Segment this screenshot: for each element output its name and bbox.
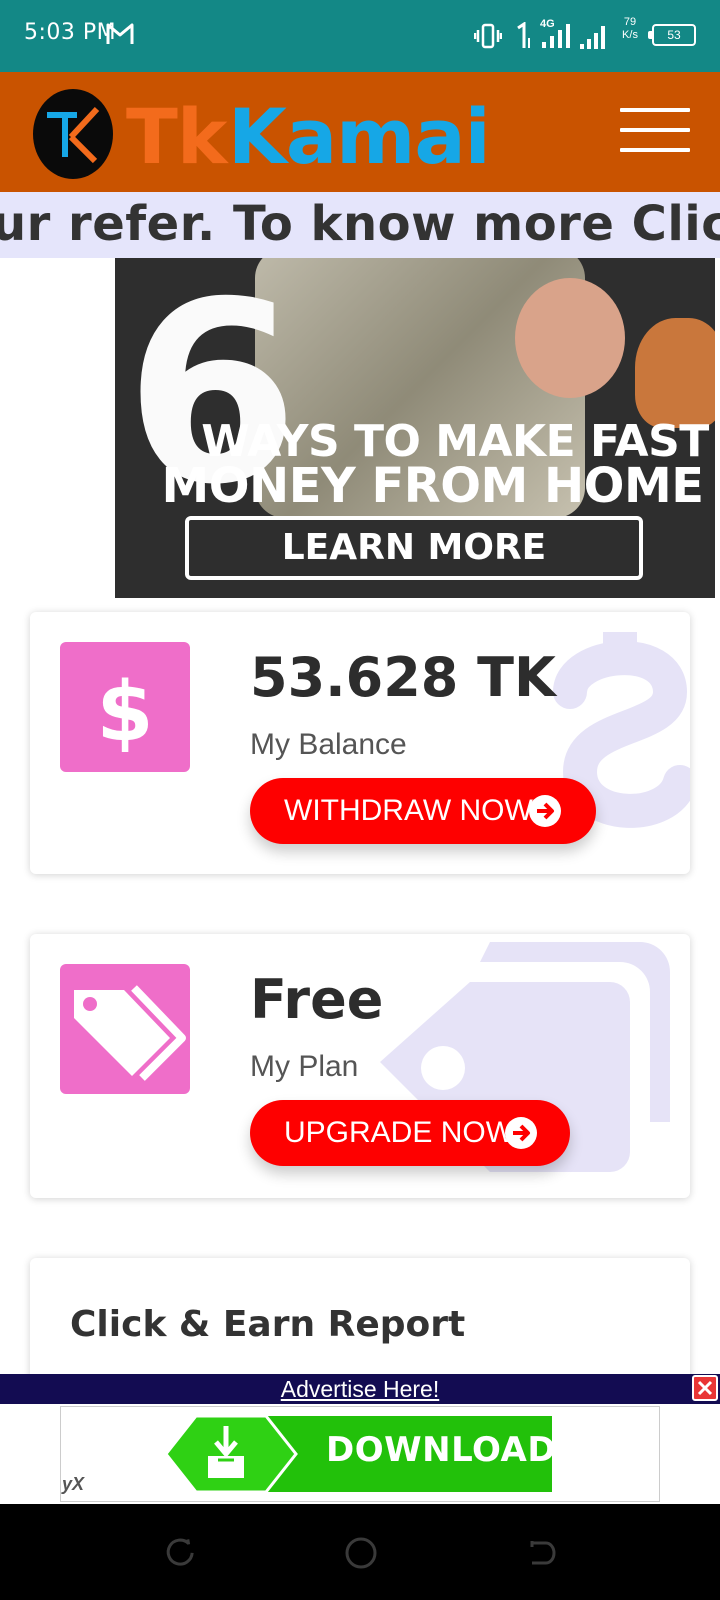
hand-image: [515, 278, 625, 398]
dollar-icon: $: [96, 665, 153, 760]
balance-value: 53.628 TK: [250, 646, 556, 709]
svg-text:$: $: [96, 665, 153, 760]
marquee-text: ur refer. To know more Click he: [0, 196, 720, 252]
balance-card: $ 53.628 TK My Balance WITHDRAW NOW: [30, 612, 690, 874]
logo-mark[interactable]: [33, 89, 113, 179]
upgrade-now-button[interactable]: UPGRADE NOW: [250, 1100, 570, 1166]
plan-value: Free: [250, 968, 384, 1031]
tk-logo-icon: [47, 106, 100, 164]
status-time: 5:03 PM: [24, 20, 117, 45]
status-bar: 5:03 PM 4G 79 K/s 53: [0, 0, 720, 72]
arrow-circle-right-icon: [529, 795, 561, 827]
plan-icon-box: [60, 964, 190, 1094]
close-ad-icon[interactable]: [692, 1375, 718, 1401]
advertise-bar: Advertise Here!: [0, 1374, 720, 1404]
logo-text-tk[interactable]: Tk: [126, 92, 227, 181]
sim-icon: [517, 22, 530, 48]
withdraw-now-button[interactable]: WITHDRAW NOW: [250, 778, 596, 844]
arrow-circle-right-icon: [505, 1117, 537, 1149]
home-icon[interactable]: [344, 1536, 378, 1570]
report-title: Click & Earn Report: [70, 1304, 466, 1345]
recent-apps-icon[interactable]: [164, 1537, 196, 1569]
signal-strength-2-icon: [580, 26, 605, 49]
net-speed: 79 K/s: [616, 16, 644, 42]
cat-image: [635, 318, 715, 428]
battery-icon: 53: [648, 24, 696, 46]
net-speed-value: 79: [623, 16, 637, 28]
withdraw-button-label: WITHDRAW NOW: [284, 794, 533, 827]
learn-more-button[interactable]: LEARN MORE: [185, 516, 643, 580]
vibrate-icon: [474, 23, 502, 49]
gmail-icon: [106, 23, 134, 44]
battery-level: 53: [667, 28, 681, 42]
upgrade-button-label: UPGRADE NOW: [284, 1116, 515, 1149]
signal-strength-icon: [542, 24, 570, 48]
advertise-here-link[interactable]: Advertise Here!: [0, 1374, 720, 1404]
ad-banner[interactable]: 6 WAYS TO MAKE FAST MONEY FROM HOME LEAR…: [115, 258, 715, 598]
ad-network-badge[interactable]: yX: [62, 1474, 84, 1495]
plan-label: My Plan: [250, 1050, 359, 1083]
notice-marquee[interactable]: ur refer. To know more Click he: [0, 192, 720, 258]
plan-card: Free My Plan UPGRADE NOW: [30, 934, 690, 1198]
back-icon[interactable]: [526, 1537, 558, 1569]
download-ad-button[interactable]: DOWNLOAD: [164, 1412, 557, 1496]
net-speed-unit: K/s: [622, 29, 638, 41]
tags-icon: [74, 985, 186, 1081]
balance-label: My Balance: [250, 728, 407, 761]
ad-headline-2: MONEY FROM HOME: [161, 458, 704, 514]
balance-icon-box: $: [60, 642, 190, 772]
hamburger-menu-icon[interactable]: [620, 108, 690, 152]
download-label: DOWNLOAD: [326, 1430, 557, 1470]
logo-text-kamai[interactable]: Kamai: [228, 92, 491, 181]
